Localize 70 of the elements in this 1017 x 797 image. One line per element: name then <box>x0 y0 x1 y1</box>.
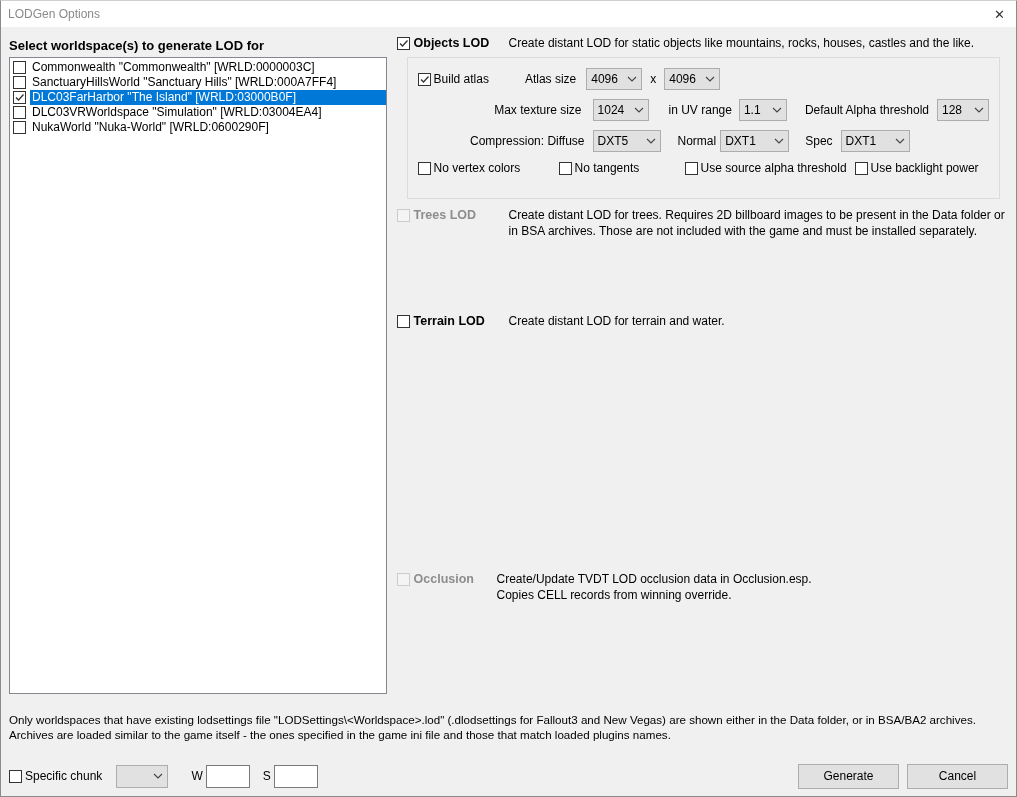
description-text: Create/Update TVDT LOD occlusion data in Occlusion.esp. <box>496 571 812 587</box>
checkbox[interactable] <box>13 121 26 134</box>
caret-icon <box>627 76 638 82</box>
caret-icon <box>974 107 984 113</box>
checkbox[interactable] <box>417 72 431 86</box>
dropdown[interactable]: DXT5 <box>592 130 661 152</box>
dropdown[interactable]: 4096 <box>664 68 721 90</box>
field-label: Default Alpha threshold <box>804 103 929 117</box>
info-text: Only worldspaces that have existing lodsettings file "LODSettings\<Worldspace>.lod" (.dlodsettings for Fallout3 and New Vegas) are shown either in the Data folder, or in BSA/BA2 archives. <box>9 713 977 728</box>
dialog-button[interactable]: Cancel <box>907 763 1008 789</box>
list-item[interactable]: SanctuaryHillsWorld "Sanctuary Hills" [WRLD:000A7FF4] <box>30 75 386 90</box>
window-title: LODGen Options <box>7 7 101 21</box>
list-heading: Select worldspace(s) to generate LOD for <box>9 37 265 55</box>
checkbox-label[interactable]: No tangents <box>574 161 640 175</box>
caret-icon <box>774 138 785 144</box>
w-input-field[interactable] <box>205 764 250 788</box>
caret-icon <box>705 76 716 82</box>
dropdown[interactable]: 4096 <box>586 68 643 90</box>
field-label: S <box>262 769 271 783</box>
checkbox[interactable] <box>13 76 26 89</box>
checkbox-label[interactable]: Specific chunk <box>25 769 103 783</box>
checkbox[interactable] <box>417 161 431 175</box>
checkbox[interactable] <box>396 314 410 328</box>
description-text: Create distant LOD for trees. Requires 2D billboard images to be present in the Data folder or in BSA archives. Those are not included with the game and must be installed separately. <box>508 207 1006 239</box>
checkmark-icon <box>397 37 409 49</box>
checkbox[interactable] <box>9 769 22 783</box>
caret-icon <box>771 107 782 113</box>
caret-icon <box>645 138 656 144</box>
checkbox-label[interactable]: Use backlight power <box>870 161 979 175</box>
dropdown[interactable]: 128 <box>937 99 989 121</box>
checkbox-label[interactable]: No vertex colors <box>433 161 521 175</box>
dropdown[interactable]: DXT1 <box>840 130 910 152</box>
section-label[interactable]: Objects LOD <box>413 36 490 50</box>
field-label: Compression: Diffuse <box>469 134 585 148</box>
checkbox-label[interactable]: Build atlas <box>433 72 489 86</box>
checkbox[interactable] <box>854 161 868 175</box>
section-label[interactable]: Terrain LOD <box>413 314 485 328</box>
close-button[interactable]: ✕ <box>982 1 1016 27</box>
checkmark-icon <box>418 73 430 85</box>
description-text: Copies CELL records from winning override. <box>496 587 733 603</box>
s-input-field[interactable] <box>273 764 318 788</box>
field-label: W <box>191 769 203 783</box>
field-label: x <box>650 72 657 86</box>
list-item[interactable]: NukaWorld "Nuka-World" [WRLD:0600290F] <box>30 120 386 135</box>
caret-icon <box>894 138 905 144</box>
checkbox[interactable] <box>13 106 26 119</box>
checkbox[interactable] <box>684 161 698 175</box>
list-item[interactable]: DLC03VRWorldspace "Simulation" [WRLD:03004EA4] <box>30 105 386 120</box>
caret-icon <box>633 107 644 113</box>
field-label: Max texture size <box>493 103 582 117</box>
checkbox[interactable] <box>558 161 572 175</box>
dialog-button[interactable]: Generate <box>798 763 899 789</box>
info-text: Archives are loaded similar to the game itself - the ones specified in the game ini file and those that match loaded plugins names. <box>9 727 672 742</box>
checkbox-label[interactable]: Use source alpha threshold <box>700 161 847 175</box>
description-text: Create distant LOD for static objects like mountains, rocks, houses, castles and the like. <box>508 35 975 51</box>
checkbox[interactable] <box>396 36 410 50</box>
field-label: Atlas size <box>524 72 577 86</box>
checkmark-icon <box>14 92 25 103</box>
field-label: Normal <box>677 134 717 148</box>
checkbox[interactable] <box>13 61 26 74</box>
dropdown[interactable]: 1024 <box>592 99 649 121</box>
description-text: Create distant LOD for terrain and water. <box>508 313 725 329</box>
dropdown[interactable]: 1.1 <box>738 99 787 121</box>
list-item[interactable]: DLC03FarHarbor "The Island" [WRLD:03000B0F] <box>30 90 386 105</box>
field-label: in UV range <box>668 103 732 117</box>
dropdown[interactable]: DXT1 <box>720 130 790 152</box>
checkbox[interactable] <box>13 91 26 104</box>
list-item[interactable]: Commonwealth "Commonwealth" [WRLD:0000003C] <box>30 60 386 75</box>
field-label: Spec <box>805 134 833 148</box>
caret-icon <box>153 773 164 779</box>
